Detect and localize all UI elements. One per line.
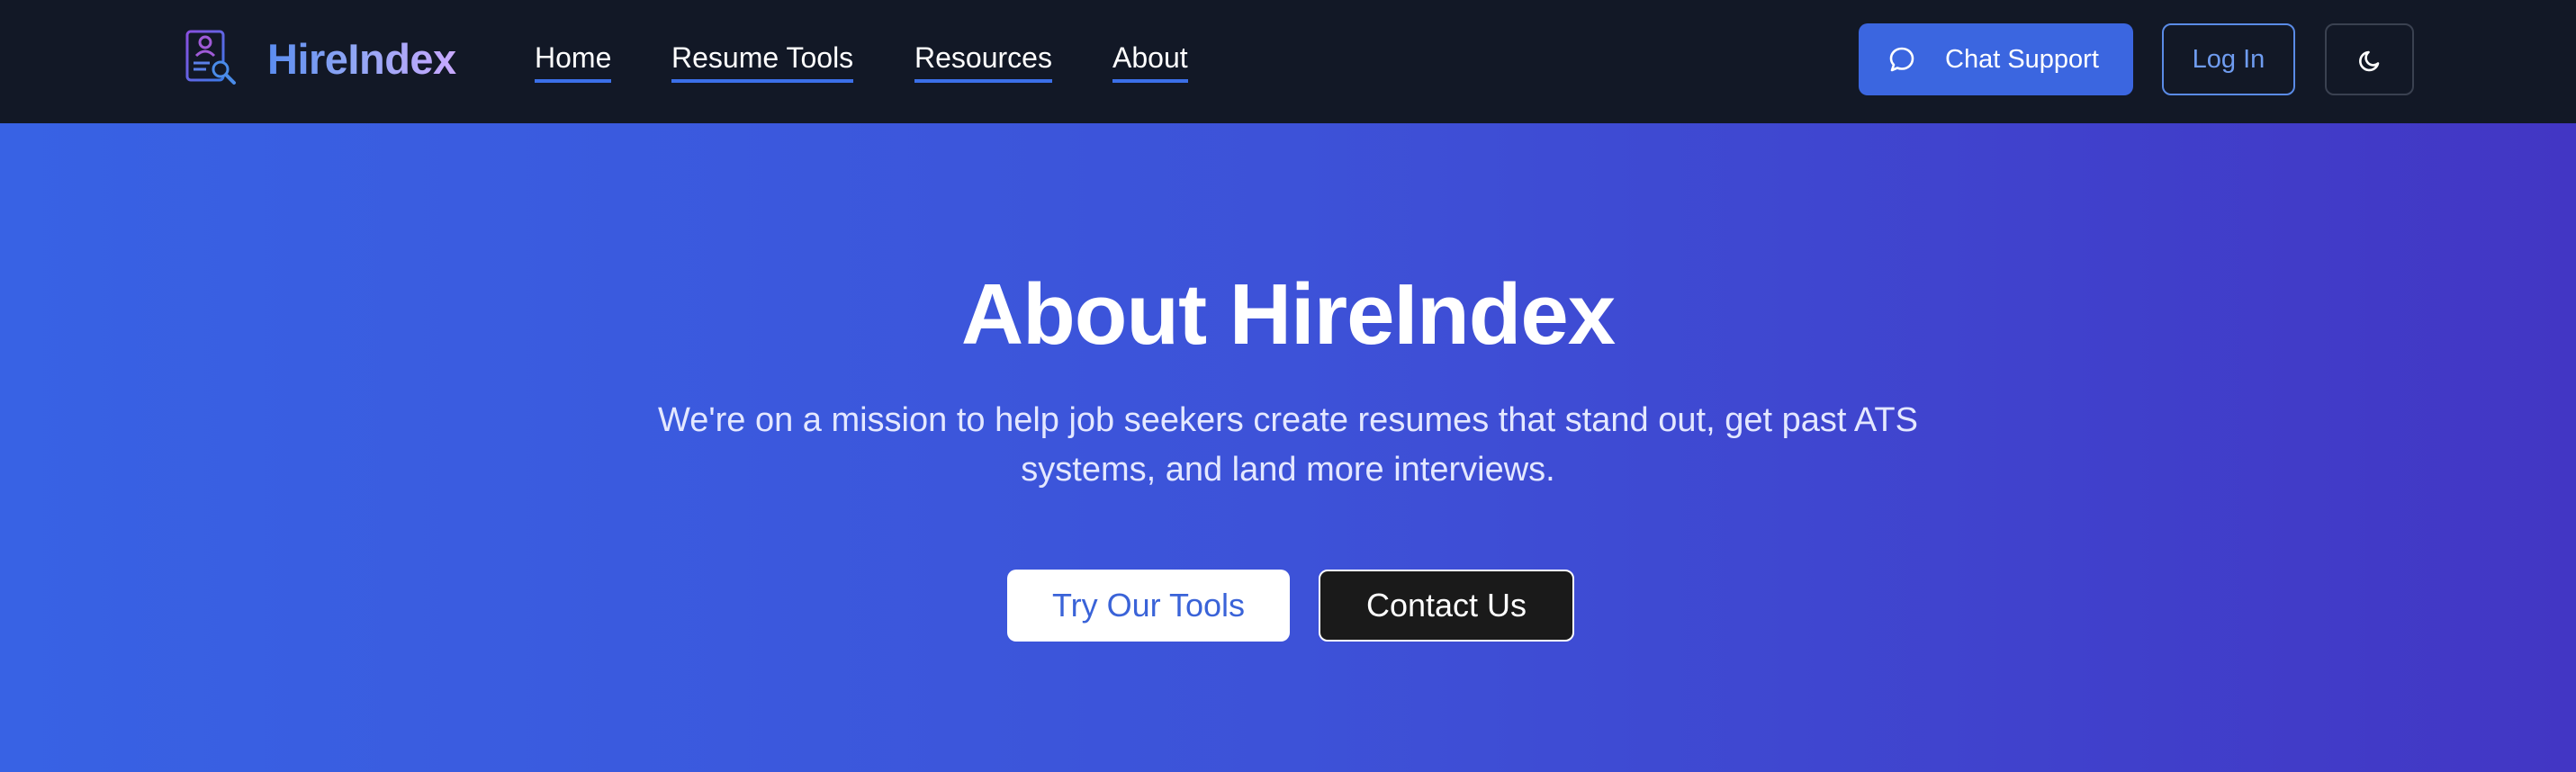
nav-link-resources[interactable]: Resources	[914, 40, 1052, 83]
chat-support-button[interactable]: Chat Support	[1859, 23, 2133, 95]
login-label: Log In	[2192, 45, 2265, 74]
chat-bubble-icon	[1889, 47, 1914, 72]
resume-search-icon[interactable]	[185, 29, 239, 86]
nav-link-resume-tools[interactable]: Resume Tools	[671, 40, 854, 83]
hero-subtitle: We're on a mission to help job seekers c…	[658, 401, 1918, 489]
hero-section: About HireIndex We're on a mission to he…	[0, 123, 2576, 772]
try-our-tools-button[interactable]: Try Our Tools	[1007, 570, 1290, 642]
theme-toggle-button[interactable]	[2325, 23, 2414, 95]
nav-link-home[interactable]: Home	[535, 40, 612, 83]
nav-link-about[interactable]: About	[1112, 40, 1188, 83]
brand-name[interactable]: HireIndex	[267, 32, 456, 86]
try-our-tools-label: Try Our Tools	[1051, 587, 1246, 624]
login-button[interactable]: Log In	[2162, 23, 2295, 95]
chat-support-label: Chat Support	[1945, 45, 2099, 74]
moon-icon	[2359, 50, 2380, 72]
contact-us-button[interactable]: Contact Us	[1319, 570, 1574, 642]
contact-us-label: Contact Us	[1365, 587, 1527, 624]
top-navbar: HireIndex Home Resume Tools Resources Ab…	[0, 0, 2576, 123]
hero-title: About HireIndex	[960, 266, 1616, 363]
